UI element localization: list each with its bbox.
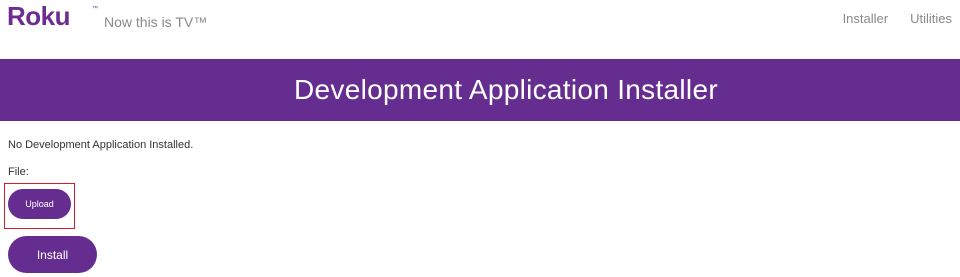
page-title: Development Application Installer — [294, 74, 718, 105]
logo-trademark: ™ — [92, 6, 98, 12]
page-banner: Development Application Installer — [0, 59, 960, 121]
top-nav: Installer Utilities — [843, 11, 952, 27]
header: Roku ™ Now this is TV™ Installer Utiliti… — [0, 0, 960, 59]
file-label: File: — [8, 166, 29, 178]
upload-button[interactable]: Upload — [8, 189, 71, 219]
roku-logo[interactable]: Roku — [7, 1, 71, 31]
nav-link-utilities[interactable]: Utilities — [910, 11, 952, 27]
nav-link-installer[interactable]: Installer — [843, 11, 889, 27]
install-status-text: No Development Application Installed. — [8, 139, 194, 151]
install-button[interactable]: Install — [8, 236, 97, 273]
tagline: Now this is TV™ — [104, 14, 208, 30]
page: Roku ™ Now this is TV™ Installer Utiliti… — [0, 0, 960, 277]
